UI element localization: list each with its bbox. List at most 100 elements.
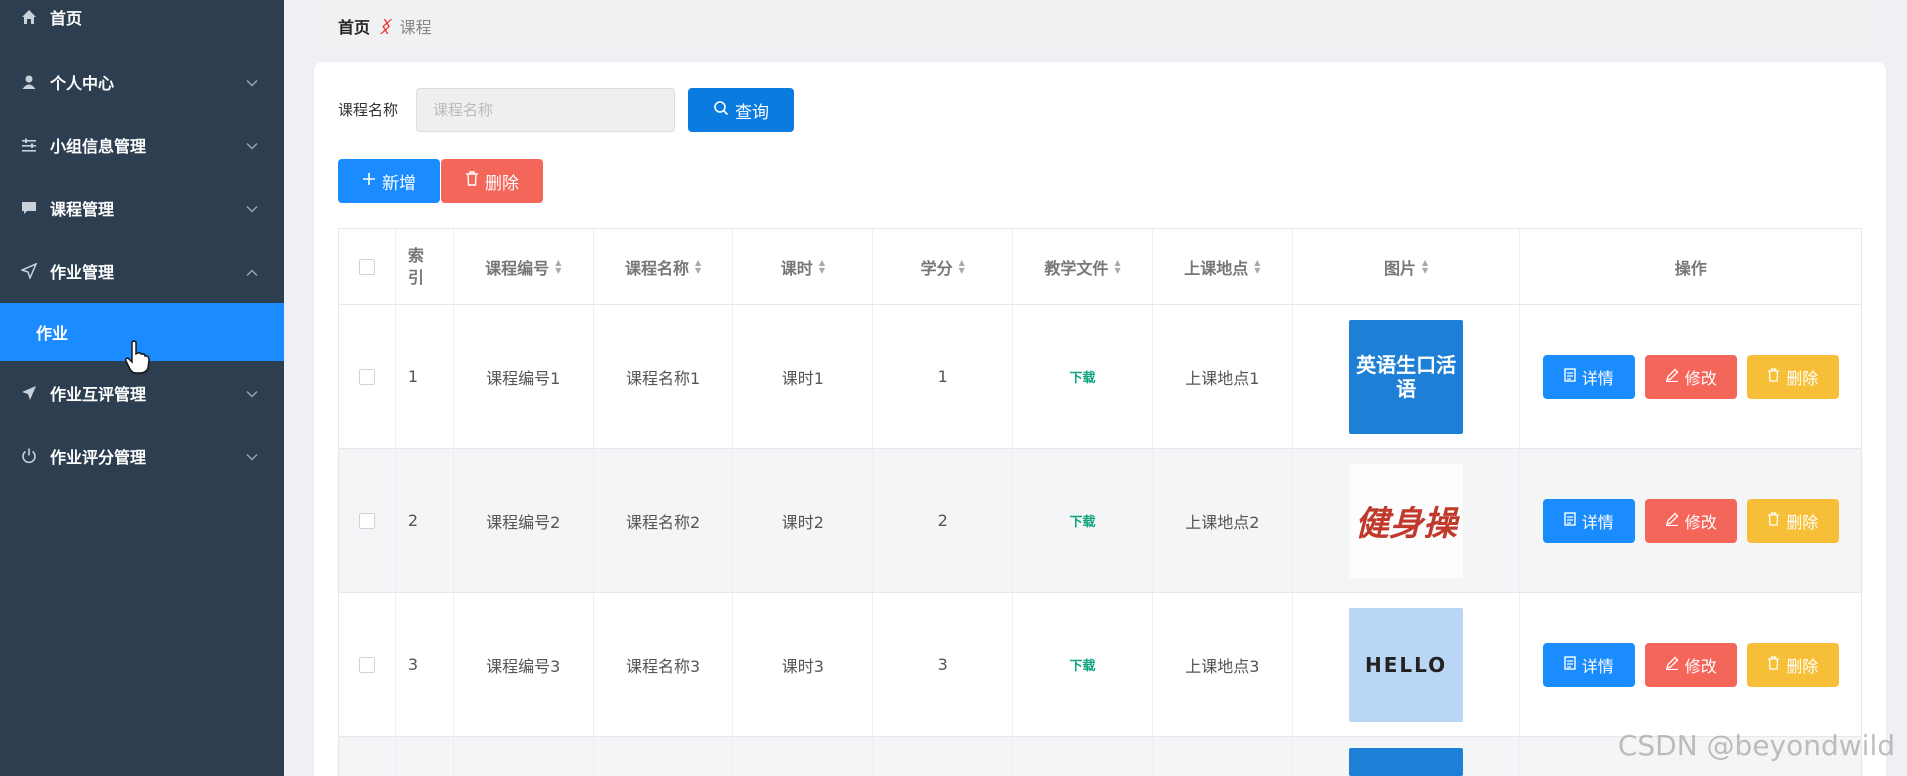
- course-thumbnail[interactable]: 健身操: [1349, 463, 1464, 578]
- course-thumbnail[interactable]: 英语生口活语: [1349, 319, 1464, 434]
- download-link[interactable]: 下载: [1070, 655, 1096, 674]
- table-row: 1 课程编号1 课程名称1 课时1 1 下载 上课地点1 英语生口活语 详情 修…: [339, 305, 1861, 449]
- edit-label: 修改: [1684, 656, 1717, 676]
- detail-button[interactable]: 详情: [1542, 354, 1635, 399]
- cell-code: 课程编号3: [454, 593, 594, 736]
- header-credit[interactable]: 学分 ▲ ▼: [873, 229, 1014, 304]
- cell-name: 课程名称1: [594, 305, 734, 448]
- edit-label: 修改: [1684, 512, 1717, 532]
- hand-cursor-icon: [125, 340, 150, 374]
- cell-index: [396, 737, 454, 776]
- header-code[interactable]: 课程编号 ▲ ▼: [454, 229, 594, 304]
- plus-icon: [362, 171, 376, 191]
- select-all-checkbox[interactable]: [358, 258, 375, 275]
- breadcrumb-home[interactable]: 首页: [338, 14, 370, 38]
- row-select-cell: [339, 737, 396, 776]
- cell-image: 健身操: [1293, 449, 1521, 592]
- pencil-icon: [1665, 655, 1679, 674]
- chevron-down-icon: [246, 72, 258, 91]
- row-select-cell: [339, 305, 396, 448]
- header-file[interactable]: 教学文件 ▲ ▼: [1013, 229, 1153, 304]
- header-image[interactable]: 图片 ▲ ▼: [1293, 229, 1521, 304]
- table-row: 3 课程编号3 课程名称3 课时3 3 下载 上课地点3 HELLO 详情 修改…: [339, 593, 1861, 737]
- power-icon: [18, 448, 40, 464]
- sidebar-item-group-info[interactable]: 小组信息管理: [0, 113, 284, 176]
- select-all-cell: [339, 229, 396, 304]
- breadcrumb-separator-icon: ᛝ: [380, 16, 390, 36]
- header-label: 课程名称: [624, 258, 689, 278]
- cell-image: HELLO: [1293, 593, 1521, 736]
- edit-button[interactable]: 修改: [1644, 642, 1737, 687]
- cell-index: 2: [396, 449, 454, 592]
- course-thumbnail[interactable]: HELLO: [1349, 607, 1464, 722]
- chevron-down-icon: [246, 198, 258, 217]
- table-row: 2 课程编号2 课程名称2 课时2 2 下载 上课地点2 健身操 详情 修改 删…: [339, 449, 1861, 593]
- cell-image: 英语生口活语: [1293, 305, 1521, 448]
- download-link[interactable]: 下载: [1070, 367, 1096, 386]
- breadcrumb: 首页 ᛝ 课程: [314, 0, 1886, 52]
- add-button[interactable]: 新增: [338, 159, 440, 203]
- sort-icon: ▲ ▼: [818, 257, 825, 275]
- cell-actions: 详情 修改 删除: [1520, 449, 1861, 592]
- delete-button[interactable]: 删除: [1746, 498, 1839, 543]
- search-input[interactable]: [416, 88, 675, 132]
- download-link[interactable]: 下载: [1070, 511, 1096, 530]
- sidebar-item-label: 作业互评管理: [50, 384, 147, 404]
- edit-button[interactable]: 修改: [1644, 354, 1737, 399]
- sidebar-item-label: 首页: [50, 8, 83, 28]
- sidebar-item-personal-center[interactable]: 个人中心: [0, 50, 284, 113]
- edit-button[interactable]: 修改: [1644, 498, 1737, 543]
- header-index: 索引: [396, 229, 454, 304]
- sliders-icon: [18, 137, 40, 153]
- send-icon: [18, 262, 40, 279]
- header-place[interactable]: 上课地点 ▲ ▼: [1153, 229, 1293, 304]
- table-header-row: 索引 课程编号 ▲ ▼ 课程名称 ▲ ▼ 课时 ▲ ▼ 学分 ▲ ▼ 教学文件 ▲ ▼ 上课地点 ▲ ▼…: [339, 229, 1861, 305]
- pencil-icon: [1665, 367, 1679, 386]
- row-checkbox[interactable]: [358, 656, 375, 673]
- sidebar-item-home[interactable]: 首页: [0, 0, 284, 48]
- pencil-icon: [1665, 511, 1679, 530]
- sort-icon: ▲ ▼: [1114, 257, 1121, 275]
- sort-icon: ▲ ▼: [958, 257, 965, 275]
- header-name[interactable]: 课程名称 ▲ ▼: [594, 229, 734, 304]
- search-icon: [713, 100, 729, 121]
- trash-icon: [1767, 367, 1780, 386]
- cell-file: [1013, 737, 1153, 776]
- sidebar-item-label: 小组信息管理: [50, 136, 147, 156]
- course-thumbnail[interactable]: [1349, 748, 1464, 776]
- batch-delete-button[interactable]: 删除: [441, 159, 543, 203]
- delete-button[interactable]: 删除: [1746, 354, 1839, 399]
- sidebar-item-course-mgmt[interactable]: 课程管理: [0, 176, 284, 239]
- delete-label: 删除: [1786, 656, 1819, 676]
- cell-file: 下载: [1013, 305, 1153, 448]
- chevron-down-icon: [246, 135, 258, 154]
- header-hours[interactable]: 课时 ▲ ▼: [733, 229, 874, 304]
- sidebar-item-label: 作业评分管理: [50, 447, 147, 467]
- course-table: 索引 课程编号 ▲ ▼ 课程名称 ▲ ▼ 课时 ▲ ▼ 学分 ▲ ▼ 教学文件 ▲ ▼ 上课地点 ▲ ▼…: [338, 228, 1862, 776]
- sidebar-item-label: 作业管理: [50, 262, 115, 282]
- search-label: 课程名称: [338, 101, 399, 119]
- chevron-down-icon: [246, 446, 258, 465]
- trash-icon: [465, 171, 479, 191]
- home-icon: [18, 9, 40, 25]
- detail-button[interactable]: 详情: [1542, 498, 1635, 543]
- cell-place: 上课地点1: [1153, 305, 1293, 448]
- cell-place: 上课地点3: [1153, 593, 1293, 736]
- detail-button[interactable]: 详情: [1542, 642, 1635, 687]
- cell-index: 3: [396, 593, 454, 736]
- sort-icon: ▲ ▼: [1254, 257, 1261, 275]
- sort-icon: ▲ ▼: [695, 257, 702, 275]
- delete-label: 删除: [1786, 368, 1819, 388]
- trash-icon: [1767, 511, 1780, 530]
- row-checkbox[interactable]: [358, 512, 375, 529]
- cell-credit: 2: [873, 449, 1014, 592]
- row-checkbox[interactable]: [358, 368, 375, 385]
- search-button[interactable]: 查询: [688, 88, 794, 132]
- sidebar-item-homework-mgmt[interactable]: 作业管理: [0, 239, 284, 302]
- header-actions: 操作: [1520, 229, 1861, 304]
- header-label: 学分: [920, 258, 953, 278]
- cell-file: 下载: [1013, 593, 1153, 736]
- cell-name: 课程名称3: [594, 593, 734, 736]
- sidebar-item-grading[interactable]: 作业评分管理: [0, 424, 284, 487]
- delete-button[interactable]: 删除: [1746, 642, 1839, 687]
